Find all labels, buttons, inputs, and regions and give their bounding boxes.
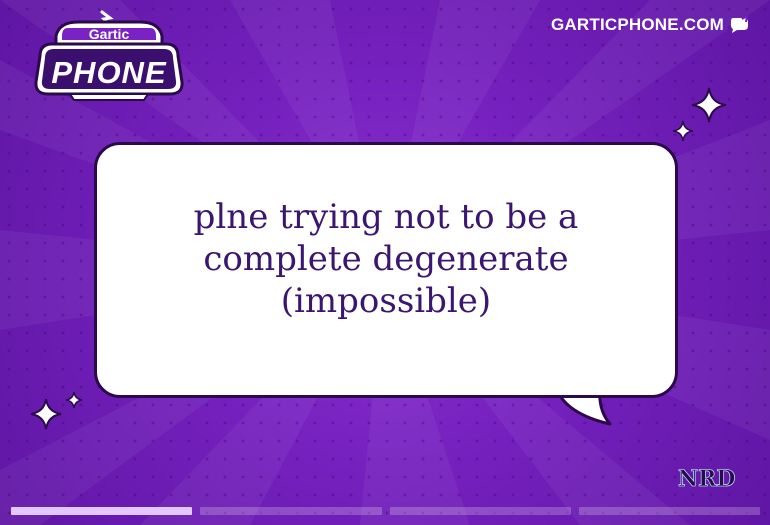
site-link[interactable]: GARTICPHONE.COM bbox=[551, 15, 750, 35]
speech-bubble-icon bbox=[731, 16, 749, 33]
progress-bar bbox=[11, 507, 760, 515]
gartic-phone-logo[interactable]: Gartic PHONE bbox=[32, 10, 186, 102]
progress-segment-4 bbox=[578, 507, 760, 515]
progress-segment-1 bbox=[11, 507, 193, 515]
sparkle-icon bbox=[30, 398, 62, 430]
speech-bubble: plne trying not to be a complete degener… bbox=[94, 142, 678, 398]
prompt-text: plne trying not to be a complete degener… bbox=[193, 197, 579, 321]
author-name: NRD bbox=[678, 466, 736, 493]
logo-top-text: Gartic bbox=[89, 26, 130, 42]
progress-segment-2 bbox=[200, 507, 382, 515]
sparkle-icon bbox=[65, 391, 83, 409]
logo-bottom-text: PHONE bbox=[51, 55, 167, 90]
site-label: GARTICPHONE.COM bbox=[551, 15, 724, 34]
progress-segment-3 bbox=[389, 507, 571, 515]
sparkle-icon bbox=[672, 120, 694, 142]
sparkle-icon bbox=[691, 87, 727, 123]
